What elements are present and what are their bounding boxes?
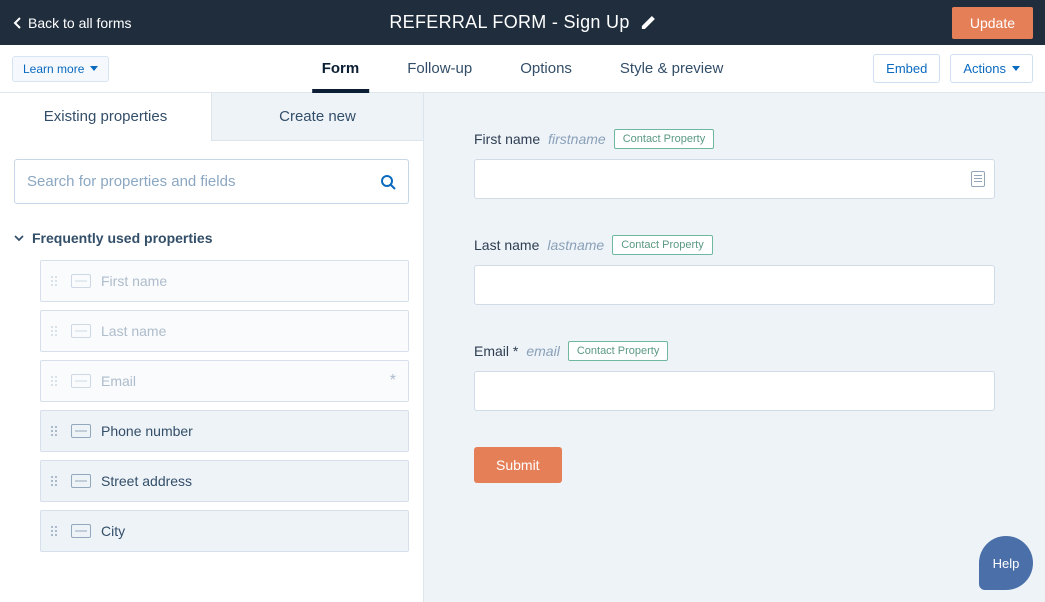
required-indicator: *: [390, 372, 396, 390]
tab-options[interactable]: Options: [520, 45, 572, 93]
field-input[interactable]: [474, 159, 995, 199]
search-input[interactable]: [27, 173, 380, 190]
actions-button[interactable]: Actions: [950, 54, 1033, 83]
back-label: Back to all forms: [28, 15, 131, 31]
drag-handle-icon: [51, 326, 61, 336]
search-icon: [380, 174, 396, 190]
panel-tabs: Existing properties Create new: [0, 93, 423, 141]
property-list: First name Last name Email * Phone number Str…: [0, 254, 423, 552]
chevron-left-icon: [12, 16, 22, 30]
tab-form[interactable]: Form: [322, 45, 360, 93]
autofill-icon: [971, 171, 985, 187]
input-row: [474, 371, 995, 411]
property-item[interactable]: Phone number: [40, 410, 409, 452]
tab-style[interactable]: Style & preview: [620, 45, 723, 93]
property-item: First name: [40, 260, 409, 302]
field-input[interactable]: [474, 371, 995, 411]
field-label: Email *: [474, 343, 518, 359]
drag-handle-icon: [51, 276, 61, 286]
field-input[interactable]: [474, 265, 995, 305]
form-field: First name firstname Contact Property: [474, 129, 995, 199]
field-type-icon: [71, 324, 91, 338]
form-canvas: First namefirstnameContact PropertyLast …: [424, 93, 1045, 602]
field-internal-name: email: [526, 343, 559, 359]
property-label: Last name: [101, 323, 166, 339]
field-label: Last name: [474, 237, 539, 253]
field-label: First name: [474, 131, 540, 147]
field-type-icon: [71, 474, 91, 488]
field-internal-name: firstname: [548, 131, 606, 147]
field-type-icon: [71, 274, 91, 288]
drag-handle-icon: [51, 526, 61, 536]
group-header[interactable]: Frequently used properties: [0, 222, 423, 254]
chevron-down-icon: [14, 233, 24, 243]
learn-more-button[interactable]: Learn more: [12, 56, 109, 82]
actions-label: Actions: [963, 61, 1006, 76]
drag-handle-icon: [51, 476, 61, 486]
title-container: REFERRAL FORM - Sign Up: [389, 12, 655, 33]
search-box: [14, 159, 409, 204]
learn-more-label: Learn more: [23, 62, 84, 76]
property-type-tag: Contact Property: [612, 235, 713, 255]
main-area: Existing properties Create new Frequentl…: [0, 93, 1045, 602]
caret-down-icon: [90, 66, 98, 71]
property-label: Phone number: [101, 423, 193, 439]
tab-existing-properties[interactable]: Existing properties: [0, 93, 211, 141]
search-container: [0, 141, 423, 222]
nav-tabs: Form Follow-up Options Style & preview: [322, 45, 724, 93]
drag-handle-icon: [51, 376, 61, 386]
property-label: City: [101, 523, 125, 539]
embed-button[interactable]: Embed: [873, 54, 940, 83]
caret-down-icon: [1012, 66, 1020, 71]
field-label-row: Last name lastname Contact Property: [474, 235, 995, 255]
field-internal-name: lastname: [547, 237, 604, 253]
update-button[interactable]: Update: [952, 7, 1033, 39]
pencil-icon: [640, 15, 656, 31]
property-item: Email *: [40, 360, 409, 402]
field-label-row: First name firstname Contact Property: [474, 129, 995, 149]
property-item[interactable]: Street address: [40, 460, 409, 502]
field-type-icon: [71, 424, 91, 438]
property-label: First name: [101, 273, 167, 289]
drag-handle-icon: [51, 426, 61, 436]
second-bar: Learn more Form Follow-up Options Style …: [0, 45, 1045, 93]
tab-create-new[interactable]: Create new: [211, 93, 423, 141]
group-title: Frequently used properties: [32, 230, 212, 246]
input-row: [474, 265, 995, 305]
tab-followup[interactable]: Follow-up: [407, 45, 472, 93]
form-field: Last name lastname Contact Property: [474, 235, 995, 305]
fields-container: First namefirstnameContact PropertyLast …: [474, 129, 995, 411]
form-field: Email * email Contact Property: [474, 341, 995, 411]
input-row: [474, 159, 995, 199]
property-item: Last name: [40, 310, 409, 352]
help-button[interactable]: Help: [979, 536, 1033, 590]
field-type-icon: [71, 524, 91, 538]
field-label-row: Email * email Contact Property: [474, 341, 995, 361]
property-label: Email: [101, 373, 136, 389]
right-buttons: Embed Actions: [873, 54, 1033, 83]
page-title: REFERRAL FORM - Sign Up: [389, 12, 629, 33]
edit-title-button[interactable]: [640, 15, 656, 31]
property-item[interactable]: City: [40, 510, 409, 552]
field-type-icon: [71, 374, 91, 388]
top-bar: Back to all forms REFERRAL FORM - Sign U…: [0, 0, 1045, 45]
properties-panel: Existing properties Create new Frequentl…: [0, 93, 424, 602]
submit-button[interactable]: Submit: [474, 447, 562, 483]
property-type-tag: Contact Property: [568, 341, 669, 361]
back-link[interactable]: Back to all forms: [12, 15, 131, 31]
property-label: Street address: [101, 473, 192, 489]
property-type-tag: Contact Property: [614, 129, 715, 149]
